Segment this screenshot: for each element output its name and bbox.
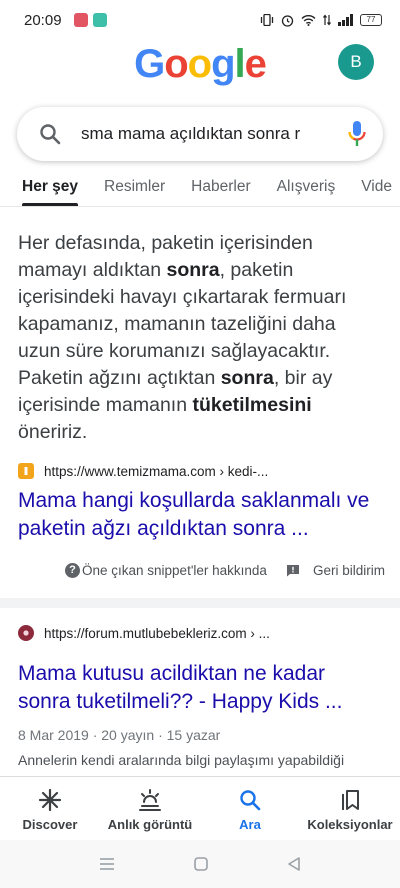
tab-images[interactable]: Resimler: [91, 172, 178, 206]
logo-letter: g: [211, 42, 235, 86]
tabs-divider: [0, 206, 400, 207]
alarm-icon: [281, 14, 294, 27]
bottom-navigation: Discover Anlık görüntü Ara Koleksiyonlar: [0, 776, 400, 840]
section-divider: [0, 598, 400, 608]
status-time: 20:09: [24, 11, 62, 29]
logo-letter: e: [244, 42, 267, 86]
asterisk-icon: [37, 787, 63, 813]
mic-icon[interactable]: [331, 107, 383, 161]
about-snippets-link[interactable]: ? Öne çıkan snippet'ler hakkında: [65, 563, 267, 578]
search-tabs: Her şey Resimler Haberler Alışveriş Vide: [0, 172, 400, 206]
nav-discover-label: Discover: [22, 817, 78, 832]
home-icon[interactable]: [193, 856, 209, 872]
nav-collections-label: Koleksiyonlar: [307, 817, 393, 832]
feedback-label: Geri bildirim: [313, 563, 386, 578]
data-transfer-icon: [323, 14, 331, 26]
result-source[interactable]: https://forum.mutlubebekleriz.com › ...: [18, 625, 270, 641]
nav-search-label: Ara: [239, 817, 261, 832]
logo-letter: l: [234, 42, 246, 86]
logo-letter: G: [134, 42, 165, 86]
feedback-button[interactable]: Geri bildirim: [286, 563, 385, 578]
avatar[interactable]: B: [338, 44, 374, 80]
menu-icon[interactable]: [98, 857, 116, 871]
search-icon: [237, 787, 263, 813]
snippet-source-url: https://www.temizmama.com › kedi-...: [44, 463, 269, 479]
battery-icon: 77: [360, 14, 382, 26]
system-navigation-bar: [0, 840, 400, 888]
search-input[interactable]: sma mama açıldıktan sonra r: [75, 124, 331, 144]
nav-snapshot-label: Anlık görüntü: [107, 817, 193, 832]
vibrate-icon: [260, 14, 274, 26]
nav-discover[interactable]: Discover: [0, 777, 100, 840]
result-source-url: https://forum.mutlubebekleriz.com › ...: [44, 625, 270, 641]
logo-letter: o: [164, 42, 188, 86]
featured-snippet-text: Her defasında, paketin içerisinden mamay…: [18, 232, 347, 443]
logo-letter: o: [187, 42, 212, 86]
wifi-icon: [301, 15, 316, 26]
signal-icon: [338, 14, 353, 26]
site-favicon: [18, 463, 34, 479]
status-bar: 20:09 77: [0, 0, 400, 40]
search-box[interactable]: sma mama açıldıktan sonra r: [17, 107, 383, 161]
status-icons: 77: [260, 14, 382, 27]
result-title[interactable]: Mama kutusu acildiktan ne kadar sonra tu…: [18, 660, 382, 716]
music-app-notification-icon: [73, 13, 88, 27]
nav-snapshot[interactable]: Anlık görüntü: [100, 777, 200, 840]
tab-all[interactable]: Her şey: [0, 172, 91, 206]
about-snippets-label: Öne çıkan snippet'ler hakkında: [82, 563, 267, 578]
tab-news[interactable]: Haberler: [178, 172, 263, 206]
nav-search[interactable]: Ara: [200, 777, 300, 840]
tab-videos[interactable]: Vide: [348, 172, 400, 206]
snippet-result-title[interactable]: Mama hangi koşullarda saklanmalı ve pake…: [18, 487, 382, 543]
collections-icon: [337, 787, 363, 813]
result-description: Annelerin kendi aralarında bilgi paylaşı…: [18, 752, 345, 768]
help-icon: ?: [65, 563, 80, 578]
search-icon: [25, 107, 75, 161]
back-icon[interactable]: [286, 856, 302, 872]
feedback-icon: [287, 565, 299, 577]
snippet-source[interactable]: https://www.temizmama.com › kedi-...: [18, 463, 268, 479]
nav-collections[interactable]: Koleksiyonlar: [300, 777, 400, 840]
site-favicon: [18, 625, 34, 641]
result-meta: 8 Mar 2019 · 20 yayın · 15 yazar: [18, 727, 221, 743]
snapshot-icon: [137, 787, 163, 813]
message-app-notification-icon: [92, 13, 107, 27]
tab-shopping[interactable]: Alışveriş: [264, 172, 349, 206]
